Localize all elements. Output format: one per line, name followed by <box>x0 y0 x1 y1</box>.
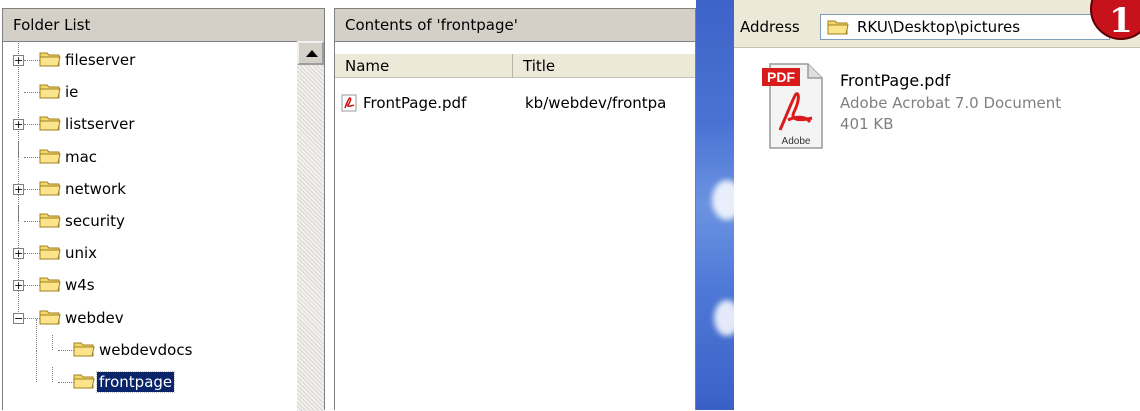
address-value: RKU\Desktop\pictures <box>857 18 1021 36</box>
tree-item-webdev[interactable]: − webdev <box>3 303 296 333</box>
folder-icon <box>39 212 61 229</box>
expand-icon[interactable]: + <box>13 119 24 131</box>
tree-item-label: w4s <box>65 276 95 295</box>
file-size: 401 KB <box>840 115 894 133</box>
folder-tree: + fileserver ie + listserver mac + network secur… <box>3 41 296 411</box>
desktop-background <box>696 0 742 410</box>
contents-pane: Contents of 'frontpage' Name Title Front… <box>334 8 696 410</box>
up-arrow-icon <box>306 50 318 57</box>
folder-icon <box>39 115 61 132</box>
tree-item-label: unix <box>65 244 98 263</box>
tree-item-network[interactable]: + network <box>3 174 296 204</box>
file-row[interactable]: FrontPage.pdf kb/webdev/frontpa <box>341 92 695 114</box>
address-bar: Address RKU\Desktop\pictures <box>734 0 1140 48</box>
tree-item-label: fileserver <box>65 51 136 69</box>
tree-item-fileserver[interactable]: + fileserver <box>3 45 296 75</box>
tree-item-label: listserver <box>65 115 135 134</box>
tree-item-label: mac <box>65 147 98 166</box>
column-header-title[interactable]: Title <box>513 54 695 78</box>
folder-icon <box>39 244 61 261</box>
tree-item-listserver[interactable]: + listserver <box>3 109 296 139</box>
tree-item-webdevdocs[interactable]: webdevdocs <box>3 318 296 365</box>
tree-item-security[interactable]: security <box>3 206 296 236</box>
expand-icon[interactable]: + <box>13 183 24 195</box>
expand-icon[interactable]: + <box>13 280 24 292</box>
folder-list-header: Folder List <box>3 9 324 42</box>
svg-text:PDF: PDF <box>767 69 795 85</box>
explorer-pane: Address RKU\Desktop\pictures 1 PDF Adobe… <box>734 0 1140 410</box>
folder-icon <box>39 180 61 197</box>
tree-item-label: network <box>65 179 126 198</box>
tree-item-label: webdevdocs <box>99 340 193 359</box>
tree-item-unix[interactable]: + unix <box>3 238 296 268</box>
file-name-cell: FrontPage.pdf <box>363 94 467 112</box>
folder-icon <box>39 309 61 326</box>
folder-icon <box>39 148 61 165</box>
folder-icon <box>39 51 61 68</box>
collapse-icon[interactable]: − <box>13 312 24 324</box>
address-input[interactable]: RKU\Desktop\pictures <box>820 14 1110 40</box>
folder-icon <box>73 341 95 358</box>
file-type: Adobe Acrobat 7.0 Document <box>840 94 1062 112</box>
pdf-file-icon <box>341 94 359 112</box>
tree-item-label: webdev <box>65 308 124 327</box>
tree-item-frontpage[interactable]: frontpage <box>3 351 296 397</box>
scroll-up-button[interactable] <box>297 41 324 65</box>
contents-header: Contents of 'frontpage' <box>335 9 695 42</box>
expand-icon[interactable]: + <box>13 248 24 260</box>
address-label: Address <box>740 18 800 36</box>
tree-item-w4s[interactable]: + w4s <box>3 270 296 300</box>
file-name[interactable]: FrontPage.pdf <box>840 70 950 92</box>
folder-icon <box>39 276 61 293</box>
svg-text:Adobe: Adobe <box>782 136 811 147</box>
pdf-document-icon[interactable]: PDF Adobe <box>762 62 826 152</box>
tree-scrollbar[interactable] <box>297 41 324 411</box>
tree-item-label: security <box>65 212 125 230</box>
folder-icon <box>73 373 95 390</box>
file-title-cell: kb/webdev/frontpa <box>525 94 667 112</box>
tree-item-ie[interactable]: ie <box>3 77 296 107</box>
folder-list-pane: Folder List + fileserver ie + listserver mac +… <box>2 8 325 411</box>
column-headers: Name Title <box>335 54 695 78</box>
tree-item-label: ie <box>65 83 79 102</box>
expand-icon[interactable]: + <box>13 55 24 66</box>
column-header-name[interactable]: Name <box>335 54 513 78</box>
tree-item-mac[interactable]: mac <box>3 141 296 172</box>
folder-icon <box>827 18 849 40</box>
folder-icon <box>39 83 61 100</box>
tree-item-label: frontpage <box>95 371 176 393</box>
